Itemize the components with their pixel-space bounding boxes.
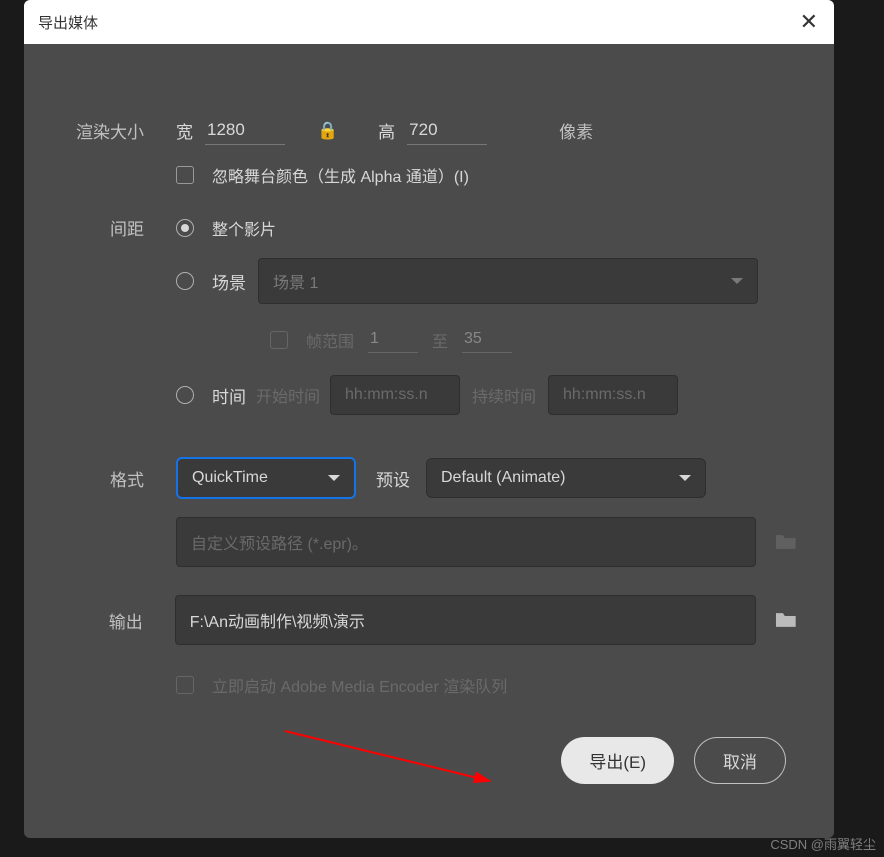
folder-icon[interactable] — [774, 533, 798, 551]
format-select[interactable]: QuickTime — [176, 457, 356, 499]
span-label: 间距 — [60, 215, 144, 240]
custom-preset-field[interactable]: 自定义预设路径 (*.epr)。 — [176, 517, 756, 567]
folder-icon[interactable] — [774, 611, 798, 629]
frame-to-label: 至 — [432, 328, 448, 352]
dialog-title: 导出媒体 — [38, 12, 98, 33]
width-label: 宽 — [176, 118, 193, 143]
ignore-stage-label: 忽略舞台颜色（生成 Alpha 通道）(I) — [212, 163, 469, 187]
height-label: 高 — [378, 118, 395, 143]
ame-queue-row: 立即启动 Adobe Media Encoder 渲染队列 — [176, 673, 798, 697]
format-value: QuickTime — [192, 469, 268, 487]
close-icon[interactable]: ✕ — [800, 9, 818, 35]
height-input[interactable] — [407, 116, 487, 145]
button-bar: 导出(E) 取消 — [60, 737, 798, 784]
output-row: 输出 F:\An动画制作\视频\演示 — [60, 595, 798, 645]
ignore-stage-checkbox[interactable] — [176, 166, 194, 184]
preset-label: 预设 — [376, 466, 410, 491]
ignore-stage-row: 忽略舞台颜色（生成 Alpha 通道）(I) — [176, 163, 798, 187]
frame-range-checkbox[interactable] — [270, 331, 288, 349]
duration-input[interactable]: hh:mm:ss.n — [548, 375, 678, 415]
export-media-dialog: 导出媒体 ✕ 渲染大小 宽 🔒 高 像素 忽略舞台颜色（生成 Alpha 通道）… — [24, 0, 834, 838]
radio-scene[interactable] — [176, 272, 194, 290]
watermark: CSDN @雨翼轻尘 — [770, 834, 876, 853]
start-time-input[interactable]: hh:mm:ss.n — [330, 375, 460, 415]
render-size-row: 渲染大小 宽 🔒 高 像素 — [60, 116, 798, 145]
unit-label: 像素 — [559, 118, 593, 143]
render-size-label: 渲染大小 — [60, 118, 144, 143]
span-row-time: 时间 开始时间 hh:mm:ss.n 持续时间 hh:mm:ss.n — [176, 375, 798, 415]
frame-range-label: 帧范围 — [306, 328, 354, 352]
radio-time-label: 时间 — [212, 383, 246, 408]
chevron-down-icon — [328, 475, 340, 481]
cancel-button[interactable]: 取消 — [694, 737, 786, 784]
span-row-entire: 间距 整个影片 — [60, 215, 798, 240]
preset-select[interactable]: Default (Animate) — [426, 458, 706, 498]
lock-icon[interactable]: 🔒 — [317, 121, 338, 141]
custom-preset-row: 自定义预设路径 (*.epr)。 — [176, 517, 798, 567]
preset-value: Default (Animate) — [441, 469, 566, 487]
titlebar: 导出媒体 ✕ — [24, 0, 834, 44]
radio-scene-label: 场景 — [212, 269, 246, 294]
chevron-down-icon — [731, 278, 743, 284]
dialog-body: 渲染大小 宽 🔒 高 像素 忽略舞台颜色（生成 Alpha 通道）(I) 间距 … — [24, 44, 834, 808]
duration-label: 持续时间 — [472, 383, 536, 407]
radio-entire-label: 整个影片 — [212, 216, 276, 240]
radio-entire[interactable] — [176, 219, 194, 237]
start-time-label: 开始时间 — [256, 383, 320, 407]
ame-queue-checkbox[interactable] — [176, 676, 194, 694]
ame-queue-label: 立即启动 Adobe Media Encoder 渲染队列 — [212, 673, 507, 697]
frame-range-row: 帧范围 至 — [270, 326, 798, 353]
format-label: 格式 — [60, 466, 144, 491]
scene-select-value: 场景 1 — [273, 269, 318, 293]
output-path-field[interactable]: F:\An动画制作\视频\演示 — [175, 595, 757, 645]
width-input[interactable] — [205, 116, 285, 145]
frame-to-input[interactable] — [462, 326, 512, 353]
frame-from-input[interactable] — [368, 326, 418, 353]
span-row-scene: 场景 场景 1 — [176, 258, 798, 304]
format-row: 格式 QuickTime 预设 Default (Animate) — [60, 457, 798, 499]
radio-time[interactable] — [176, 386, 194, 404]
chevron-down-icon — [679, 475, 691, 481]
scene-select[interactable]: 场景 1 — [258, 258, 758, 304]
output-label: 输出 — [60, 608, 143, 633]
export-button[interactable]: 导出(E) — [561, 737, 674, 784]
